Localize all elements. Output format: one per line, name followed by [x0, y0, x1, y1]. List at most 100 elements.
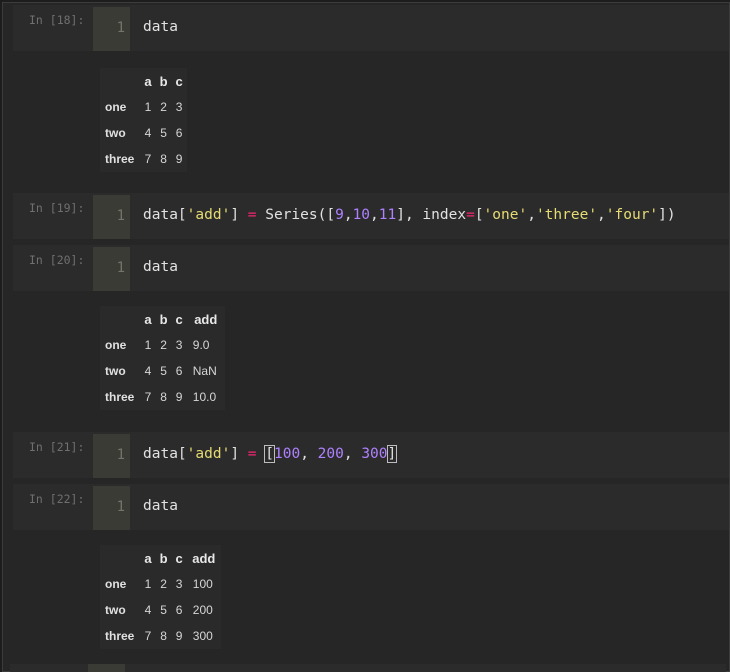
code-token: 11 — [378, 207, 397, 223]
input-cell-22[interactable]: In [22]: 1 data — [13, 484, 729, 530]
line-gutter: 1 — [93, 434, 130, 478]
line-number: 1 — [116, 499, 125, 515]
code-token: data[ — [143, 207, 187, 223]
line-gutter — [88, 664, 125, 672]
line-gutter: 1 — [93, 247, 130, 291]
column-header: a — [144, 73, 152, 89]
row-index-label: two — [105, 126, 126, 140]
code-token: 200 — [317, 446, 344, 462]
table-cell: 6 — [175, 364, 183, 378]
table-cell: 4 — [144, 364, 152, 378]
input-cell-19[interactable]: In [19]: 1 data['add'] = Series([9,10,11… — [13, 193, 729, 239]
line-number: 1 — [116, 20, 125, 36]
output-dataframe-18: a b c one 1 2 3 two 4 5 6 three 7 8 9 — [100, 68, 187, 172]
row-index-label: three — [105, 629, 135, 643]
input-cell-18[interactable]: In [18]: 1 data — [13, 5, 729, 51]
table-cell: 6 — [175, 603, 183, 617]
table-row: two 4 5 6 — [100, 120, 187, 146]
table-row: one 1 2 3 100 — [100, 571, 221, 597]
table-cell: 1 — [144, 577, 152, 591]
table-cell: NaN — [192, 364, 217, 378]
table-cell: 1 — [144, 338, 152, 352]
table-cell: 10.0 — [192, 390, 217, 404]
prompt-label: In [21]: — [29, 440, 85, 454]
table-cell: 6 — [175, 126, 183, 140]
table-row: one 1 2 3 9.0 — [100, 332, 225, 358]
table-cell: 300 — [192, 629, 213, 643]
table-cell: 2 — [160, 100, 167, 114]
input-cell-20[interactable]: In [20]: 1 data — [13, 245, 729, 291]
code-token: = — [247, 207, 257, 223]
code-token: 10 — [352, 207, 371, 223]
column-header: a — [144, 550, 152, 566]
table-row: two 4 5 6 200 — [100, 597, 221, 623]
index-header — [100, 306, 140, 332]
table-row: one 1 2 3 — [100, 94, 187, 120]
code-token: ], index — [396, 207, 467, 223]
row-index-label: two — [105, 603, 126, 617]
row-index-label: one — [105, 577, 127, 591]
code-token: , — [370, 207, 379, 223]
code-editor[interactable]: data — [143, 259, 178, 275]
table-cell: 100 — [192, 577, 213, 591]
column-header: a — [144, 311, 152, 327]
code-editor[interactable]: data — [143, 498, 178, 514]
code-token: 'three' — [535, 207, 598, 223]
table-cell: 5 — [160, 364, 167, 378]
code-editor[interactable]: data['add'] = [100, 200, 300] — [143, 445, 398, 463]
row-index-label: one — [105, 100, 127, 114]
code-token: Series([ — [256, 207, 336, 223]
line-number: 1 — [116, 208, 125, 224]
column-header: add — [192, 550, 216, 566]
code-token: data — [143, 498, 178, 514]
input-cell-21[interactable]: In [21]: 1 data['add'] = [100, 200, 300] — [13, 432, 729, 478]
code-token: , — [597, 207, 606, 223]
line-number: 1 — [116, 447, 125, 463]
table-row: three 7 8 9 — [100, 146, 187, 172]
table-cell: 7 — [144, 152, 152, 166]
table-cell: 1 — [144, 100, 152, 114]
code-editor[interactable]: data['add'] = Series([9,10,11], index=['… — [143, 207, 676, 223]
row-index-label: three — [105, 152, 135, 166]
table-cell: 4 — [144, 126, 152, 140]
code-token: data — [143, 19, 178, 35]
table-row: three 7 8 9 10.0 — [100, 384, 225, 410]
code-token: , — [300, 446, 318, 462]
line-gutter: 1 — [93, 195, 130, 239]
code-token: [ — [474, 207, 484, 223]
code-token: 'add' — [186, 207, 231, 223]
table-cell: 9.0 — [192, 338, 210, 352]
index-header — [100, 545, 140, 571]
code-token: = — [466, 207, 475, 223]
code-token: 9 — [335, 207, 344, 223]
code-token: ] — [386, 445, 398, 463]
code-token: 'one' — [483, 207, 528, 223]
table-row: three 7 8 9 300 — [100, 623, 221, 649]
line-number: 1 — [116, 260, 125, 276]
code-token: ]) — [658, 207, 676, 223]
table-cell: 9 — [175, 629, 183, 643]
output-dataframe-22: a b c add one 1 2 3 100 two 4 5 6 200 three 7 8 9 300 — [100, 545, 221, 649]
prompt-label: In [20]: — [29, 253, 85, 267]
prompt-label: In [22]: — [29, 492, 85, 506]
code-token: = — [247, 446, 257, 462]
column-header: add — [194, 311, 218, 327]
code-token: data[ — [143, 446, 187, 462]
table-cell: 9 — [175, 152, 183, 166]
code-token: , — [343, 446, 362, 462]
code-editor[interactable]: data — [143, 19, 178, 35]
code-token: [ — [264, 445, 275, 463]
table-cell: 200 — [192, 603, 213, 617]
code-token: 'add' — [186, 446, 231, 462]
table-cell: 5 — [160, 126, 167, 140]
code-token: ] — [230, 207, 248, 223]
row-index-label: three — [105, 390, 135, 404]
table-cell: 8 — [160, 390, 167, 404]
table-cell: 8 — [160, 629, 167, 643]
table-cell: 2 — [160, 338, 167, 352]
table-cell: 9 — [175, 390, 183, 404]
row-index-label: one — [105, 338, 127, 352]
code-token: 'four' — [605, 207, 659, 223]
code-token: 100 — [273, 446, 301, 462]
prompt-label: In [18]: — [29, 13, 85, 27]
